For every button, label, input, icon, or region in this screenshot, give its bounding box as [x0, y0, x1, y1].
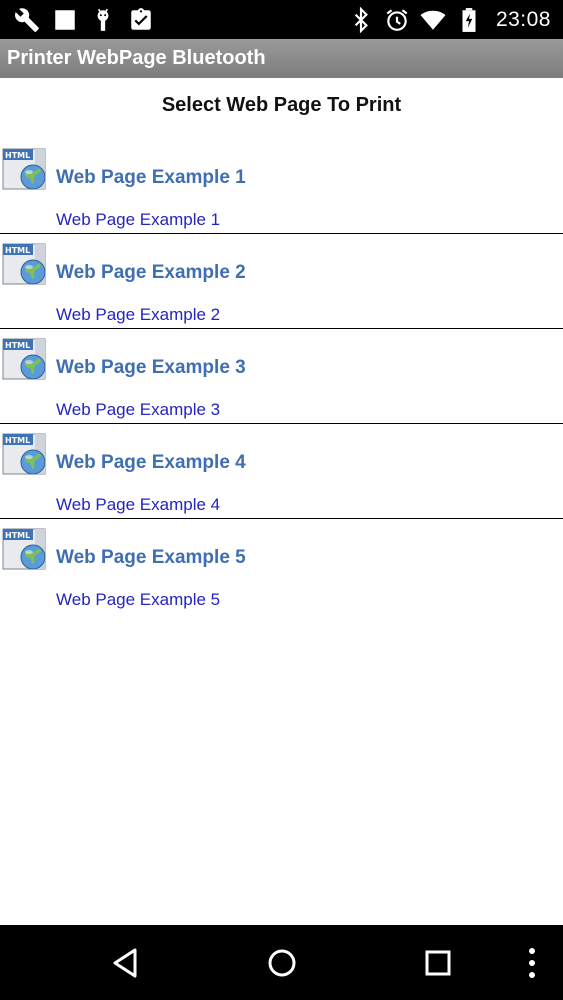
- html-globe-icon: HTML: [2, 148, 46, 190]
- system-icons: 23:08: [348, 6, 551, 34]
- home-icon[interactable]: [262, 943, 302, 983]
- list-item-5[interactable]: HTML Web Page Example 5 Web Page Example…: [0, 519, 563, 613]
- item-subtitle: Web Page Example 1: [56, 210, 221, 229]
- html-globe-icon: HTML: [2, 243, 46, 285]
- status-bar: 23:08: [0, 0, 563, 39]
- html-globe-icon: HTML: [2, 528, 46, 570]
- app-title: Printer WebPage Bluetooth: [7, 47, 266, 69]
- bluetooth-icon: [354, 7, 368, 33]
- item-subtitle: Web Page Example 3: [56, 400, 221, 419]
- svg-text:HTML: HTML: [5, 151, 30, 160]
- overflow-menu-icon[interactable]: [512, 943, 552, 983]
- clipboard-check-icon: [131, 8, 151, 30]
- item-subtitle: Web Page Example 4: [56, 495, 221, 514]
- back-icon[interactable]: [105, 943, 145, 983]
- alarm-icon: [386, 9, 408, 31]
- list-item-3[interactable]: HTML Web Page Example 3 Web Page Example…: [0, 329, 563, 424]
- list-item-4[interactable]: HTML Web Page Example 4 Web Page Example…: [0, 424, 563, 519]
- android-icon: [97, 8, 109, 31]
- svg-text:HTML: HTML: [5, 436, 30, 445]
- app-title-bar: Printer WebPage Bluetooth: [0, 39, 563, 78]
- navigation-bar: [0, 925, 563, 1000]
- item-title: Web Page Example 2: [56, 262, 246, 283]
- page-heading: Select Web Page To Print: [161, 94, 402, 116]
- item-subtitle: Web Page Example 5: [56, 590, 221, 609]
- wifi-icon: [420, 10, 446, 30]
- wrench-icon: [15, 8, 39, 32]
- item-title: Web Page Example 4: [56, 452, 246, 473]
- svg-text:HTML: HTML: [5, 531, 30, 540]
- list-item-2[interactable]: HTML Web Page Example 2 Web Page Example…: [0, 234, 563, 329]
- clock: 23:08: [495, 8, 551, 31]
- svg-text:HTML: HTML: [5, 246, 30, 255]
- item-title: Web Page Example 3: [56, 357, 246, 378]
- notification-icons: [14, 6, 154, 34]
- square-icon: [55, 10, 75, 30]
- html-globe-icon: HTML: [2, 433, 46, 475]
- item-title: Web Page Example 1: [56, 167, 246, 188]
- battery-charging-icon: [462, 8, 476, 32]
- item-subtitle: Web Page Example 2: [56, 305, 221, 324]
- recents-icon[interactable]: [418, 943, 458, 983]
- web-page-list: HTML Web Page Example 1 Web Page Example…: [0, 139, 563, 613]
- html-globe-icon: HTML: [2, 338, 46, 380]
- svg-text:HTML: HTML: [5, 341, 30, 350]
- item-title: Web Page Example 5: [56, 547, 246, 568]
- list-item-1[interactable]: HTML Web Page Example 1 Web Page Example…: [0, 139, 563, 234]
